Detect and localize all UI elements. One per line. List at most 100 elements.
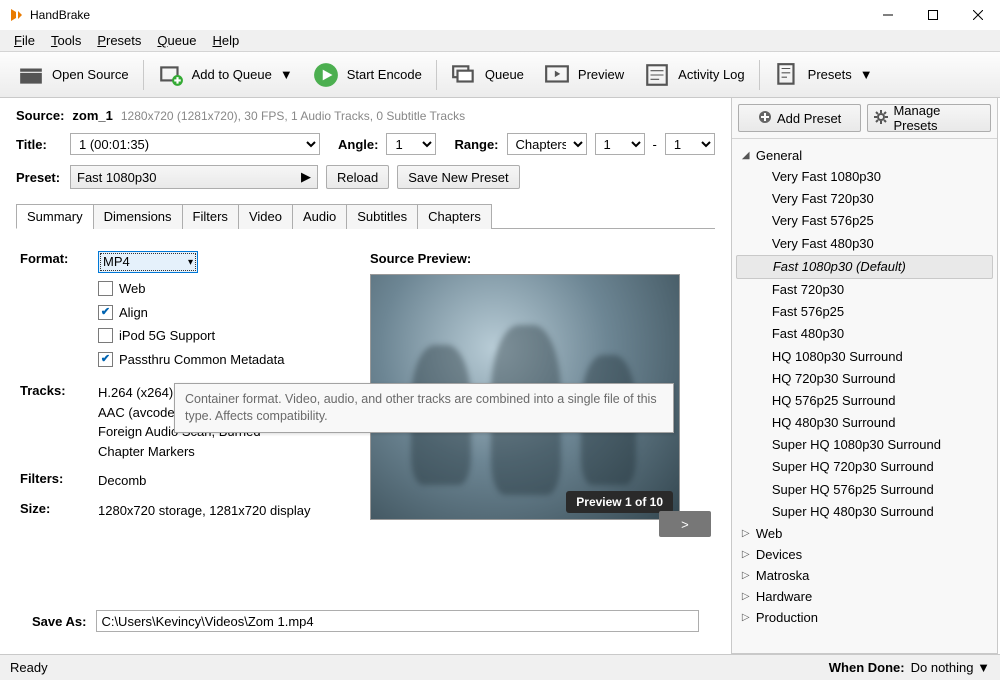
toolbar: Open Source Add to Queue ▼ Start Encode … [0,52,1000,98]
menu-help[interactable]: Help [204,31,247,50]
maximize-button[interactable] [910,0,955,30]
preview-label: Preview [578,67,624,82]
tab-filters[interactable]: Filters [182,204,239,229]
preview-button[interactable]: Preview [534,57,634,93]
saveas-row: Save As: [16,602,715,644]
angle-select[interactable]: 1 [386,133,436,155]
preset-item[interactable]: Super HQ 576p25 Surround [736,479,993,501]
preset-category[interactable]: ▷Devices [736,544,993,565]
format-select[interactable]: MP4 ▾ [98,251,198,273]
passthru-label: Passthru Common Metadata [119,350,284,370]
web-optimized-checkbox[interactable] [98,281,113,296]
menu-tools[interactable]: Tools [43,31,89,50]
preview-next-button[interactable]: > [659,511,711,537]
passthru-metadata-checkbox[interactable] [98,352,113,367]
preset-category[interactable]: ▷Matroska [736,565,993,586]
separator [759,60,760,90]
preset-field[interactable]: Fast 1080p30 ▶ [70,165,318,189]
source-row: Source: zom_1 1280x720 (1281x720), 30 FP… [16,108,715,123]
source-info: 1280x720 (1281x720), 30 FPS, 1 Audio Tra… [121,109,465,123]
save-new-preset-button[interactable]: Save New Preset [397,165,519,189]
preset-panel: Add Preset Manage Presets ◢GeneralVery F… [731,98,998,654]
menu-presets[interactable]: Presets [89,31,149,50]
log-icon [644,62,670,88]
add-to-queue-label: Add to Queue [192,67,272,82]
preset-category[interactable]: ▷ Production [736,607,993,628]
preset-item[interactable]: Fast 480p30 [736,323,993,345]
window-title: HandBrake [30,8,865,22]
title-label: Title: [16,137,62,152]
range-from-select[interactable]: 1 [595,133,645,155]
preset-tree[interactable]: ◢GeneralVery Fast 1080p30Very Fast 720p3… [732,139,997,653]
close-button[interactable] [955,0,1000,30]
title-select[interactable]: 1 (00:01:35) [70,133,320,155]
preset-category[interactable]: ▷ Hardware [736,586,993,607]
status-text: Ready [10,660,48,675]
tab-summary[interactable]: Summary [16,204,94,229]
menu-queue[interactable]: Queue [149,31,204,50]
ipod-label: iPod 5G Support [119,326,215,346]
when-done-dropdown[interactable]: Do nothing ▼ [911,660,990,675]
manage-presets-button[interactable]: Manage Presets [867,104,991,132]
chevron-down-icon: ▼ [280,67,293,82]
preset-item[interactable]: HQ 1080p30 Surround [736,346,993,368]
open-source-button[interactable]: Open Source [8,57,139,93]
title-row: Title: 1 (00:01:35) Angle: 1 Range: Chap… [16,133,715,155]
chevron-down-icon: ▼ [977,660,990,675]
preset-item[interactable]: Fast 1080p30 (Default) [736,255,993,279]
ipod-5g-checkbox[interactable] [98,328,113,343]
tab-audio[interactable]: Audio [292,204,347,229]
filters-label: Filters: [20,471,98,491]
preset-item[interactable]: HQ 576p25 Surround [736,390,993,412]
tab-video[interactable]: Video [238,204,293,229]
range-type-select[interactable]: Chapters [507,133,587,155]
preset-panel-toolbar: Add Preset Manage Presets [732,98,997,139]
when-done: When Done: Do nothing ▼ [829,660,990,675]
preset-item[interactable]: Very Fast 576p25 [736,210,993,232]
preset-category[interactable]: ◢General [736,145,993,166]
plus-icon [758,110,772,127]
add-preset-button[interactable]: Add Preset [738,104,862,132]
preset-item[interactable]: Very Fast 720p30 [736,188,993,210]
saveas-label: Save As: [32,614,86,629]
preset-category-label: Hardware [756,589,812,604]
preset-item[interactable]: Fast 720p30 [736,279,993,301]
preset-item[interactable]: HQ 480p30 Surround [736,412,993,434]
activity-log-label: Activity Log [678,67,744,82]
align-av-checkbox[interactable] [98,305,113,320]
saveas-input[interactable] [96,610,698,632]
track-line: Chapter Markers [98,442,350,462]
preset-item[interactable]: Super HQ 480p30 Surround [736,501,993,523]
preset-item[interactable]: Very Fast 1080p30 [736,166,993,188]
preset-item[interactable]: Fast 576p25 [736,301,993,323]
preset-item[interactable]: Super HQ 1080p30 Surround [736,434,993,456]
range-to-select[interactable]: 1 [665,133,715,155]
tab-dimensions[interactable]: Dimensions [93,204,183,229]
play-icon [313,62,339,88]
preset-category[interactable]: ▷Web [736,523,993,544]
preset-item[interactable]: HQ 720p30 Surround [736,368,993,390]
minimize-button[interactable] [865,0,910,30]
statusbar: Ready When Done: Do nothing ▼ [0,654,1000,680]
add-to-queue-button[interactable]: Add to Queue ▼ [148,57,303,93]
when-done-label: When Done: [829,660,905,675]
preset-item[interactable]: Very Fast 480p30 [736,233,993,255]
menu-file[interactable]: File [6,31,43,50]
presets-button[interactable]: Presets ▼ [764,57,883,93]
titlebar: HandBrake [0,0,1000,30]
chevron-down-icon: ▾ [188,255,193,270]
preset-item[interactable]: Super HQ 720p30 Surround [736,456,993,478]
main-area: Source: zom_1 1280x720 (1281x720), 30 FP… [0,98,1000,654]
queue-button[interactable]: Queue [441,57,534,93]
start-encode-button[interactable]: Start Encode [303,57,432,93]
tab-chapters[interactable]: Chapters [417,204,492,229]
preset-category-label: Production [756,610,818,625]
activity-log-button[interactable]: Activity Log [634,57,754,93]
reload-button[interactable]: Reload [326,165,389,189]
tab-subtitles[interactable]: Subtitles [346,204,418,229]
film-clapper-icon [18,62,44,88]
triangle-right-icon: ▷ [742,612,752,623]
separator [143,60,144,90]
triangle-right-icon: ▷ [742,591,752,602]
source-preview-label: Source Preview: [370,251,711,266]
